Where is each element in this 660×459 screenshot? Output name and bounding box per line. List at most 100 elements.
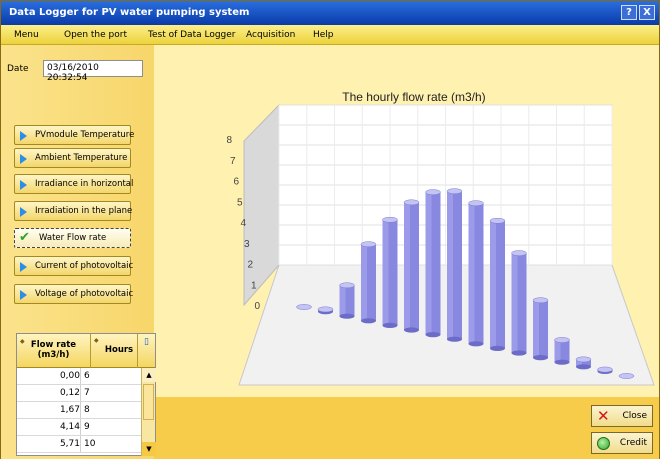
bar-top xyxy=(382,216,398,223)
bar-highlight xyxy=(468,203,475,344)
date-field[interactable]: 03/16/2010 20:32:54 xyxy=(43,60,143,83)
play-arrow-icon xyxy=(20,262,27,272)
sort-icon: ◆ xyxy=(94,337,99,344)
bar-bottom xyxy=(533,355,548,361)
cell-flow: 1,67 xyxy=(17,402,81,418)
bar-bottom xyxy=(490,345,505,351)
chart-floor xyxy=(238,264,655,386)
y-tick-label: 2 xyxy=(247,260,253,271)
button-label: Irradiation in the plane xyxy=(35,206,133,216)
y-tick-label: 6 xyxy=(233,177,239,188)
button-label: Irradiance in horizontal xyxy=(35,179,134,189)
cell-hours: 10 xyxy=(84,439,96,449)
bar-bottom xyxy=(511,350,527,356)
chart-bar xyxy=(339,282,355,319)
y-tick-label: 7 xyxy=(230,156,236,167)
bar-bottom xyxy=(339,313,355,319)
credit-button-label: Credit xyxy=(619,438,647,448)
column-chooser-icon[interactable]: ▯ xyxy=(138,334,155,368)
chart-bar xyxy=(446,188,463,342)
chart-bar xyxy=(575,356,592,370)
chart-bar xyxy=(554,337,570,365)
chart-bar xyxy=(489,217,506,351)
y-tick-label: 5 xyxy=(237,197,243,208)
voltage-photovoltaic-button[interactable]: Voltage of photovoltaic xyxy=(14,284,134,304)
bar-highlight xyxy=(533,300,539,358)
bar-top xyxy=(532,297,549,304)
chart-bar xyxy=(468,200,484,347)
bar-highlight xyxy=(490,220,496,349)
bar-top xyxy=(403,199,420,206)
close-window-button[interactable]: X xyxy=(639,5,655,20)
bar-highlight xyxy=(339,285,346,317)
irradiation-plane-button[interactable]: Irradiation in the plane xyxy=(14,201,133,221)
column-header-hours[interactable]: ◆ Hours xyxy=(91,334,138,368)
pv-module-temperature-button[interactable]: PVmodule Temperature xyxy=(14,125,135,145)
irradiance-horizontal-button[interactable]: Irradiance in horizontal xyxy=(14,174,134,194)
chart-bar xyxy=(618,373,635,379)
cell-hours: 8 xyxy=(84,405,90,415)
cell-flow: 0,12 xyxy=(17,385,81,401)
close-button[interactable]: ✕ Close xyxy=(591,405,653,427)
chart-left-wall xyxy=(243,103,280,307)
ambient-temperature-button[interactable]: Ambient Temperature xyxy=(14,148,131,168)
chart-bar xyxy=(382,216,398,328)
chart-bar xyxy=(317,306,334,315)
y-tick-label: 8 xyxy=(226,135,232,146)
menu-item-menu[interactable]: Menu xyxy=(14,30,39,40)
column-header-flow-rate[interactable]: ◆ Flow rate (m3/h) xyxy=(17,334,91,368)
bar-top xyxy=(597,366,613,373)
menu-item-help[interactable]: Help xyxy=(313,30,334,40)
table-row[interactable]: 5,71 10 xyxy=(17,436,141,453)
play-arrow-icon xyxy=(20,154,27,164)
menu-item-test-data-logger[interactable]: Test of Data Logger xyxy=(148,30,236,40)
table-row[interactable]: 1,67 8 xyxy=(17,402,141,419)
main-window: Data Logger for PV water pumping system … xyxy=(0,0,660,459)
chart-bar xyxy=(597,366,613,374)
bar-bottom xyxy=(576,364,591,370)
credit-button[interactable]: Credit xyxy=(591,432,653,454)
button-label: Voltage of photovoltaic xyxy=(35,289,134,299)
button-label: Ambient Temperature xyxy=(35,153,128,163)
bar-top xyxy=(511,250,527,256)
window-title: Data Logger for PV water pumping system xyxy=(9,7,250,18)
button-label: PVmodule Temperature xyxy=(35,130,135,140)
bar-top xyxy=(360,241,377,248)
bar-bottom xyxy=(425,332,441,338)
bar-highlight xyxy=(447,191,453,340)
bar-bottom xyxy=(361,318,376,324)
bar-top xyxy=(554,337,570,343)
close-x-icon: ✕ xyxy=(597,407,610,425)
scroll-down-icon[interactable]: ▼ xyxy=(142,442,156,456)
menu-item-acquisition[interactable]: Acquisition xyxy=(246,30,295,40)
bar-bottom xyxy=(382,322,398,328)
bar-highlight xyxy=(361,244,367,321)
table-row[interactable]: 0,00 6 xyxy=(17,368,141,385)
flow-rate-table[interactable]: ◆ Flow rate (m3/h) ◆ Hours ▯ 0,00 6 0,12… xyxy=(16,333,156,456)
y-tick-label: 4 xyxy=(240,218,246,229)
table-scrollbar[interactable]: ▲ ▼ xyxy=(141,368,156,456)
table-row[interactable]: 0,12 7 xyxy=(17,385,141,402)
bar-bottom xyxy=(468,341,484,347)
play-arrow-icon xyxy=(20,207,27,217)
play-arrow-icon xyxy=(20,290,27,300)
table-header: ◆ Flow rate (m3/h) ◆ Hours ▯ xyxy=(17,334,155,368)
table-row[interactable]: 4,14 9 xyxy=(17,419,141,436)
bar-highlight xyxy=(382,219,389,326)
button-label: Current of photovoltaic xyxy=(35,261,134,271)
bar-bottom xyxy=(554,359,570,365)
menu-item-open-port[interactable]: Open the port xyxy=(64,30,127,40)
scroll-thumb[interactable] xyxy=(143,384,154,420)
bottom-panel xyxy=(154,397,659,459)
sort-icon: ◆ xyxy=(20,338,25,345)
current-photovoltaic-button[interactable]: Current of photovoltaic xyxy=(14,256,134,276)
play-arrow-icon xyxy=(20,131,27,141)
bar-top xyxy=(446,188,463,195)
bar-top xyxy=(618,373,635,379)
y-tick-label: 0 xyxy=(254,301,260,312)
water-flow-rate-button[interactable]: ✔ Water Flow rate xyxy=(14,228,131,248)
help-button[interactable]: ? xyxy=(621,5,637,20)
button-label: Water Flow rate xyxy=(39,233,107,243)
green-circle-icon xyxy=(597,437,610,450)
bar-top xyxy=(317,306,334,313)
